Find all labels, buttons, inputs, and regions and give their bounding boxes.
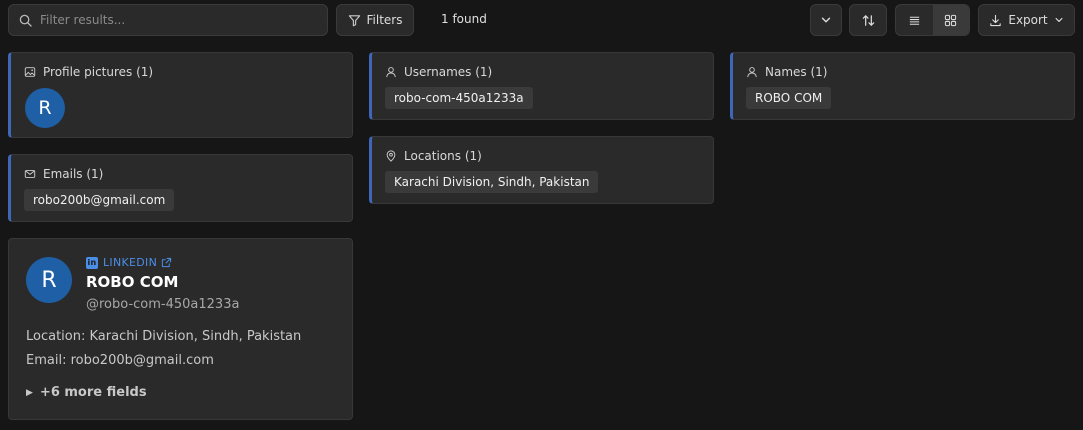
location-pin-icon [386, 150, 396, 162]
profile-pictures-card: Profile pictures (1) R [8, 52, 353, 138]
linkedin-icon: in [86, 256, 98, 269]
card-title: Profile pictures (1) [43, 65, 154, 79]
caret-right-icon: ▶ [26, 387, 33, 398]
grid-view-button[interactable] [932, 5, 969, 35]
username-chip[interactable]: robo-com-450a1233a [385, 87, 533, 109]
view-toggle [895, 4, 970, 36]
list-view-icon [909, 16, 919, 25]
card-header: Names (1) [746, 65, 827, 79]
export-button[interactable]: Export [978, 4, 1075, 36]
chevron-down-icon [821, 17, 831, 23]
filters-label: Filters [366, 13, 403, 27]
profile-name: ROBO COM [86, 273, 179, 291]
profile-handle: @robo-com-450a1233a [86, 297, 240, 312]
user-icon [747, 67, 757, 78]
card-title: Emails (1) [43, 167, 104, 181]
card-header: Locations (1) [385, 149, 482, 163]
filters-button[interactable]: Filters [336, 4, 414, 36]
search-icon [19, 14, 32, 27]
card-title: Usernames (1) [404, 65, 493, 79]
card-header: Emails (1) [24, 167, 103, 181]
email-field: Email: robo200b@gmail.com [26, 353, 214, 368]
collapse-button[interactable] [810, 4, 842, 36]
search-input[interactable] [40, 13, 310, 27]
names-card: Names (1) ROBO COM [730, 52, 1075, 120]
source-link[interactable]: in LINKEDIN [86, 256, 172, 269]
results-count: 1 found [441, 12, 487, 26]
card-title: Locations (1) [404, 149, 482, 163]
avatar[interactable]: R [26, 257, 72, 303]
locations-card: Locations (1) Karachi Division, Sindh, P… [369, 136, 714, 204]
emails-card: Emails (1) robo200b@gmail.com [8, 154, 353, 222]
name-chip[interactable]: ROBO COM [746, 87, 832, 109]
location-field: Location: Karachi Division, Sindh, Pakis… [26, 329, 302, 344]
export-label: Export [1008, 13, 1048, 27]
usernames-card: Usernames (1) robo-com-450a1233a [369, 52, 714, 120]
profile-card: R in LINKEDIN ROBO COM @robo-com-450a123… [8, 238, 353, 420]
sort-button[interactable] [849, 4, 887, 36]
location-chip[interactable]: Karachi Division, Sindh, Pakistan [385, 171, 599, 193]
mail-icon [24, 170, 36, 178]
source-label: LINKEDIN [103, 256, 158, 269]
card-title: Names (1) [765, 65, 828, 79]
chevron-down-icon [1055, 17, 1063, 22]
grid-view-icon [945, 14, 957, 26]
email-chip[interactable]: robo200b@gmail.com [24, 189, 175, 211]
toolbar: Filters 1 found Export [0, 0, 1083, 40]
search-box[interactable] [8, 4, 328, 36]
card-header: Profile pictures (1) [24, 65, 153, 79]
external-link-icon [161, 257, 172, 268]
filter-icon [348, 14, 360, 26]
more-fields-toggle[interactable]: ▶ +6 more fields [26, 385, 147, 400]
card-header: Usernames (1) [385, 65, 492, 79]
download-icon [990, 14, 1002, 26]
user-icon [386, 67, 396, 78]
more-fields-label: +6 more fields [39, 385, 147, 400]
avatar[interactable]: R [25, 88, 65, 128]
list-view-button[interactable] [896, 5, 933, 35]
sort-arrows-icon [862, 14, 874, 26]
image-icon [24, 67, 36, 77]
